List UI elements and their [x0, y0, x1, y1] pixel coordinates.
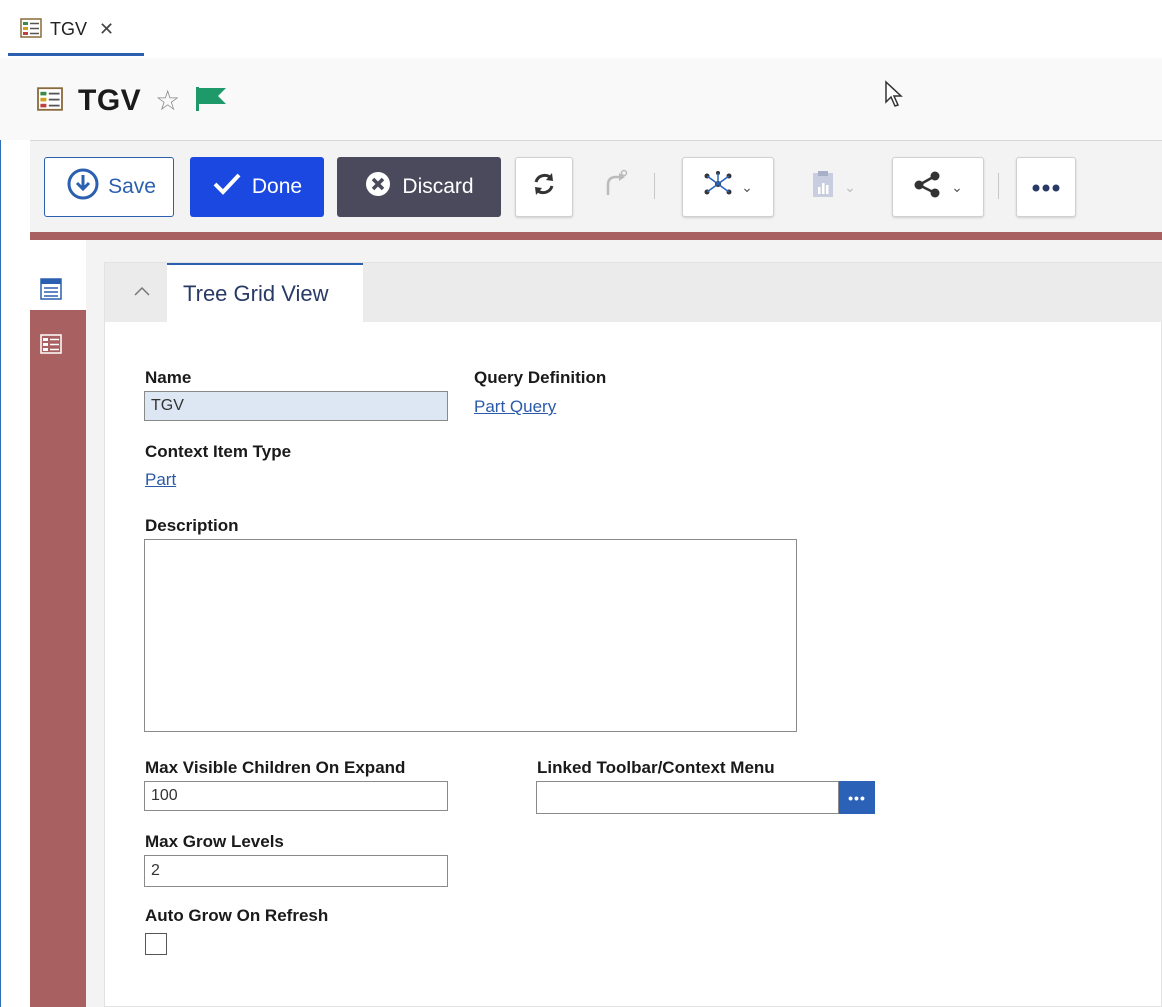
save-button[interactable]: Save	[44, 157, 174, 217]
form-icon[interactable]	[40, 278, 62, 300]
share-icon	[913, 170, 943, 204]
close-icon[interactable]: ✕	[99, 18, 114, 40]
page-header: TGV ☆	[0, 58, 1162, 140]
save-icon	[66, 167, 100, 207]
name-label: Name	[145, 368, 192, 387]
chevron-down-icon: ⌄	[844, 178, 856, 195]
left-rail-selected-panel	[30, 240, 86, 310]
network-icon	[703, 170, 733, 204]
toolbar: Save Done Discard ⌄ ⌄ ⌄	[30, 140, 1162, 232]
redo-button[interactable]	[589, 157, 639, 217]
save-label: Save	[108, 175, 156, 198]
linked-toolbar-browse-button[interactable]: •••	[839, 781, 875, 814]
report-icon	[810, 169, 836, 205]
tab-label: TGV	[50, 19, 88, 39]
chevron-down-icon: ⌄	[951, 178, 963, 195]
toolbar-separator	[998, 173, 999, 199]
discard-label: Discard	[402, 175, 474, 198]
query-definition-link[interactable]: Part Query	[474, 397, 556, 417]
redo-icon	[600, 169, 628, 205]
description-label: Description	[145, 516, 239, 535]
context-item-type-label: Context Item Type	[145, 442, 292, 461]
max-visible-children-label: Max Visible Children On Expand	[145, 758, 406, 777]
context-item-type-link[interactable]: Part	[145, 470, 176, 490]
section-header: Tree Grid View	[105, 263, 1162, 322]
page-title: TGV	[78, 84, 142, 117]
report-dropdown-button[interactable]: ⌄	[789, 157, 877, 217]
auto-grow-checkbox[interactable]	[145, 933, 167, 955]
collapse-icon[interactable]	[133, 281, 151, 302]
description-field[interactable]	[144, 539, 797, 732]
star-icon[interactable]: ☆	[155, 86, 180, 116]
query-definition-label: Query Definition	[474, 368, 607, 387]
tgv-title-icon	[36, 86, 64, 116]
max-visible-children-field[interactable]	[144, 781, 448, 811]
share-dropdown-button[interactable]: ⌄	[892, 157, 984, 217]
linked-toolbar-label: Linked Toolbar/Context Menu	[537, 758, 775, 777]
network-dropdown-button[interactable]: ⌄	[682, 157, 774, 217]
discard-button[interactable]: Discard	[337, 157, 501, 217]
max-grow-levels-label: Max Grow Levels	[145, 832, 284, 851]
refresh-button[interactable]	[515, 157, 573, 217]
tab-tree-grid-view[interactable]: Tree Grid View	[167, 263, 363, 322]
linked-toolbar-field[interactable]	[536, 781, 839, 814]
name-field[interactable]	[144, 391, 448, 421]
tab-strip: TGV ✕	[0, 0, 1162, 58]
chevron-down-icon: ⌄	[741, 178, 753, 195]
tree-grid-icon[interactable]	[40, 334, 62, 356]
max-grow-levels-field[interactable]	[144, 855, 448, 887]
done-label: Done	[251, 175, 303, 198]
auto-grow-label: Auto Grow On Refresh	[145, 906, 329, 925]
discard-icon	[364, 170, 392, 204]
tab-tgv[interactable]: TGV ✕	[8, 10, 144, 56]
flag-icon[interactable]	[194, 85, 228, 118]
mouse-cursor-icon	[884, 80, 904, 113]
done-button[interactable]: Done	[190, 157, 324, 217]
toolbar-accent-bar	[30, 232, 1162, 240]
more-icon	[1031, 175, 1061, 199]
toolbar-separator	[654, 173, 655, 199]
tgv-tab-icon	[20, 18, 42, 43]
refresh-icon	[530, 170, 558, 204]
checkmark-icon	[212, 171, 242, 203]
more-button[interactable]	[1016, 157, 1076, 217]
